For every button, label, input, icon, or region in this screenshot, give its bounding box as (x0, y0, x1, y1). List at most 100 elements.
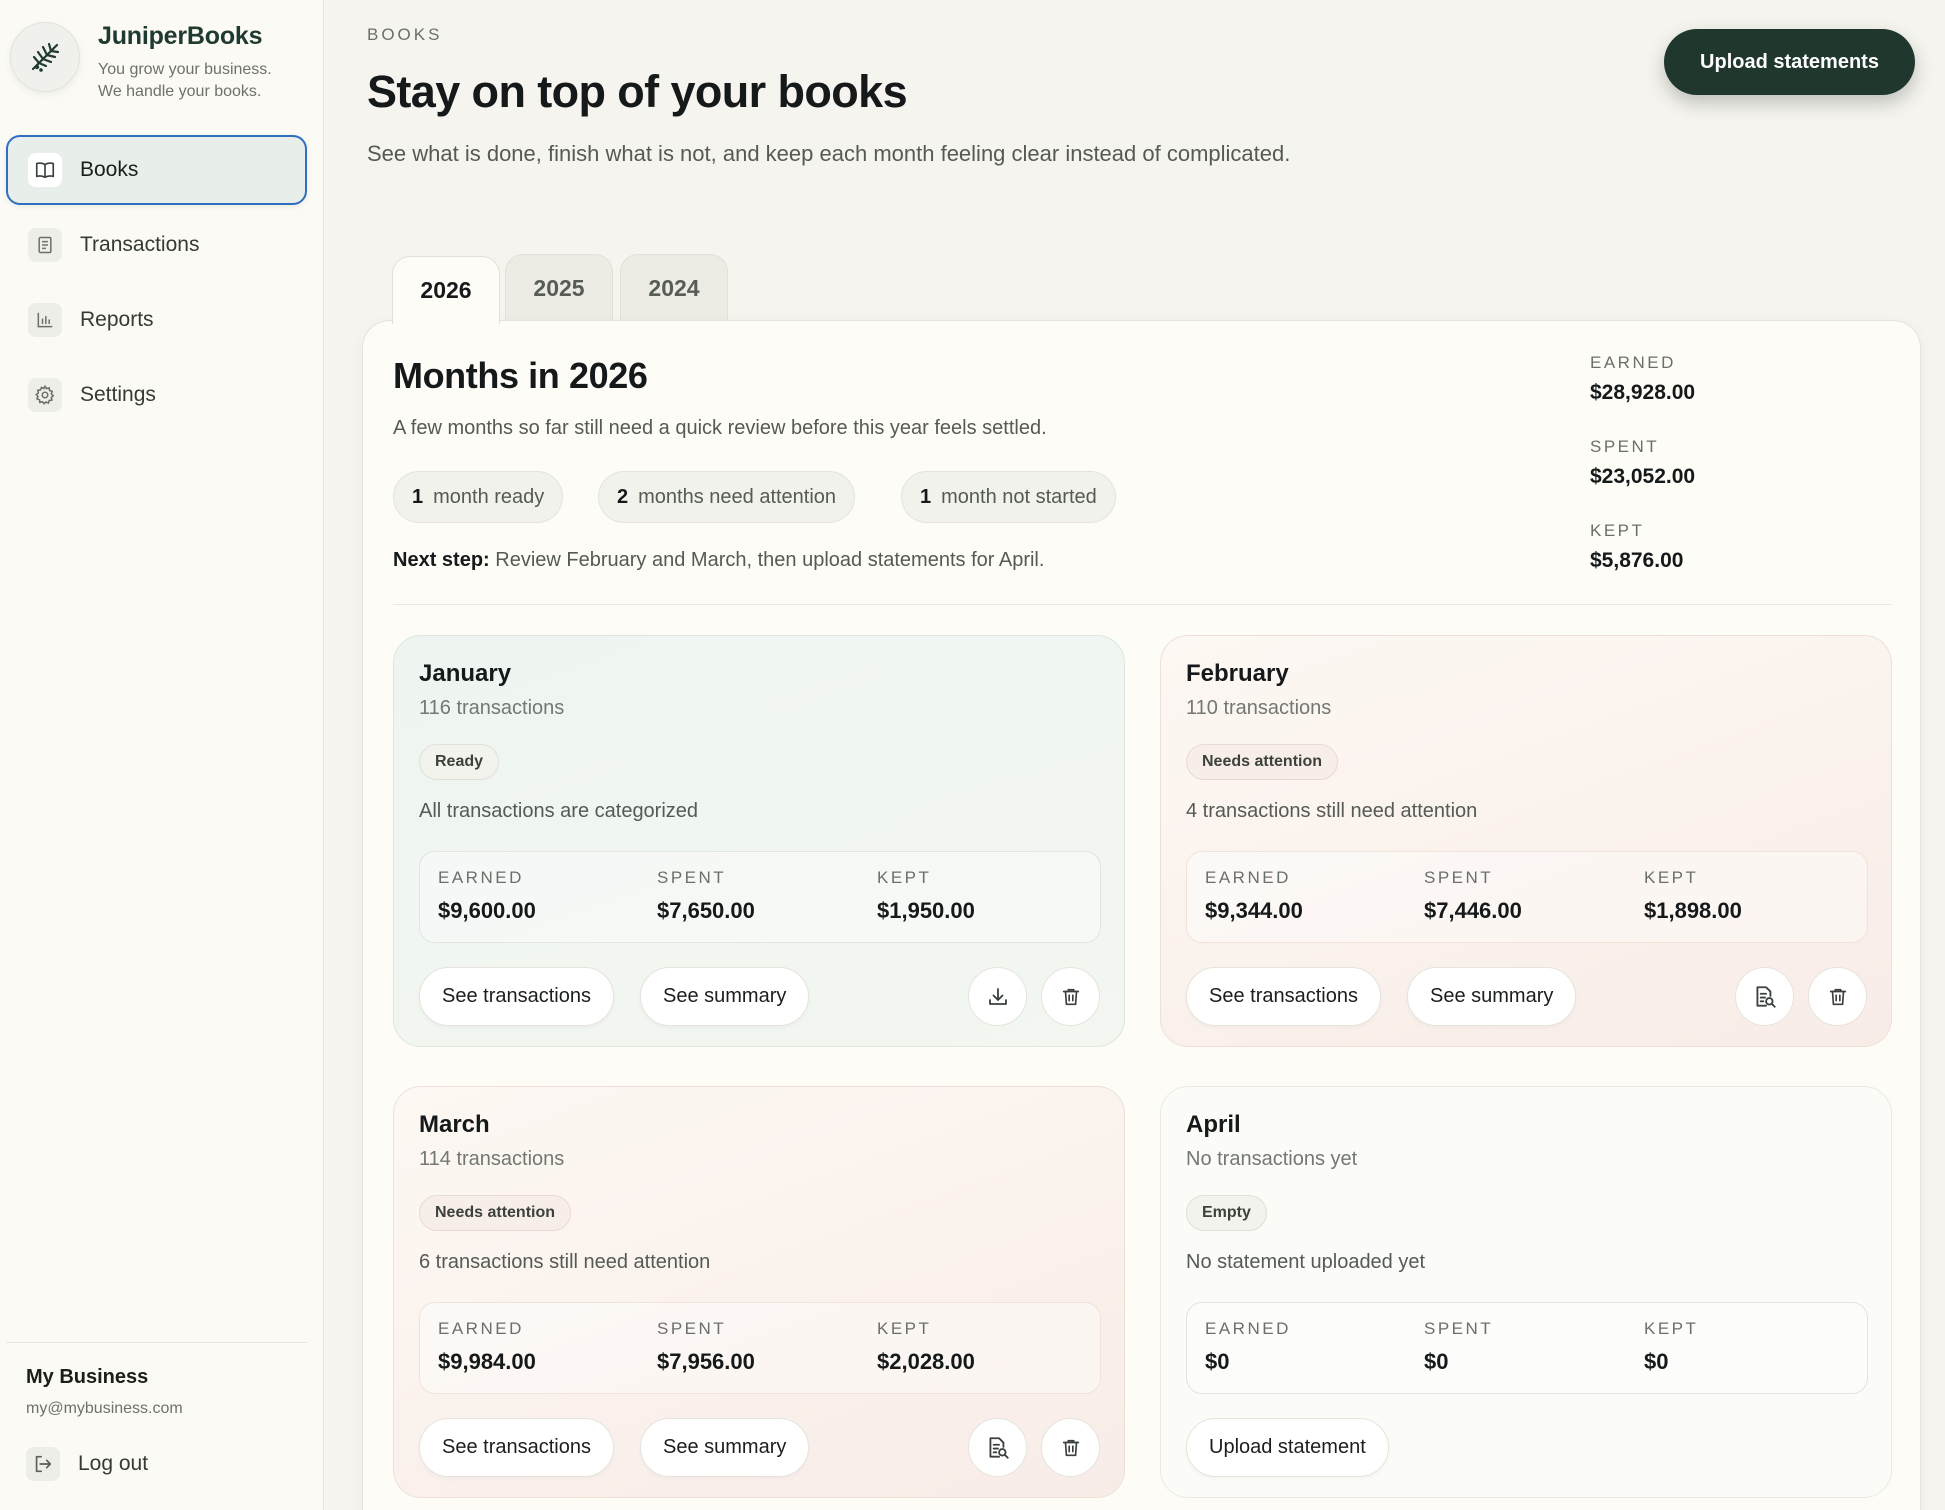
kept-label: KEPT (1644, 868, 1699, 887)
sidebar-item-reports[interactable]: Reports (6, 285, 307, 355)
month-card-february: February 110 transactions Needs attentio… (1160, 635, 1892, 1047)
sidebar: JuniperBooks You grow your business. We … (0, 0, 324, 1510)
kept-value: $1,950.00 (877, 898, 975, 923)
status-badge: Needs attention (1186, 744, 1339, 780)
month-status: 4 transactions still need attention (1186, 800, 1478, 822)
brand-name: JuniperBooks (98, 22, 263, 50)
see-transactions-button[interactable]: See transactions (419, 967, 614, 1026)
business-email: my@mybusiness.com (26, 1400, 183, 1417)
see-transactions-button[interactable]: See transactions (1186, 967, 1381, 1026)
business-name: My Business (26, 1366, 149, 1388)
juniper-logo-icon (10, 22, 80, 92)
book-icon (28, 153, 62, 187)
spent-label: SPENT (657, 1319, 727, 1338)
trash-icon (1829, 988, 1846, 1005)
spent-value: $7,650.00 (657, 898, 755, 923)
sidebar-nav: Books Transactions Reports Settings (6, 135, 307, 435)
see-summary-button[interactable]: See summary (640, 967, 810, 1026)
month-name: March (419, 1111, 490, 1138)
tab-2025[interactable]: 2025 (505, 254, 613, 321)
review-document-button[interactable] (968, 1418, 1027, 1477)
sidebar-item-label: Settings (80, 383, 156, 406)
earned-value: $9,344.00 (1205, 898, 1303, 923)
sidebar-item-settings[interactable]: Settings (6, 360, 307, 430)
month-card-april: April No transactions yet Empty No state… (1160, 1086, 1892, 1498)
transaction-count: 116 transactions (419, 697, 565, 719)
earned-label: EARNED (438, 1319, 524, 1338)
month-stats: EARNED $9,600.00 SPENT $7,650.00 KEPT $1,95… (419, 851, 1101, 943)
status-badge: Ready (419, 744, 500, 780)
spent-label: SPENT (657, 868, 727, 887)
year-panel: Months in 2026 A few months so far still… (362, 320, 1921, 1510)
document-search-icon (1755, 985, 1776, 1008)
total-earned-label: EARNED (1590, 353, 1676, 372)
earned-label: EARNED (438, 868, 524, 887)
earned-value: $9,600.00 (438, 898, 536, 923)
transaction-count: 114 transactions (419, 1148, 565, 1170)
spent-value: $7,956.00 (657, 1349, 755, 1374)
kept-value: $0 (1644, 1349, 1669, 1374)
trash-icon (1062, 1439, 1079, 1456)
year-totals: EARNED $28,928.00 SPENT $23,052.00 KEPT … (1590, 353, 1695, 605)
delete-button[interactable] (1808, 967, 1867, 1026)
month-stats: EARNED $9,344.00 SPENT $7,446.00 KEPT $1,89… (1186, 851, 1868, 943)
upload-statement-button[interactable]: Upload statement (1186, 1418, 1389, 1477)
total-kept-label: KEPT (1590, 521, 1645, 540)
tab-2024[interactable]: 2024 (620, 254, 728, 321)
kept-label: KEPT (1644, 1319, 1699, 1338)
month-name: April (1186, 1111, 1241, 1138)
trash-icon (1062, 988, 1079, 1005)
spent-value: $7,446.00 (1424, 898, 1522, 923)
page-subtitle: See what is done, finish what is not, an… (367, 141, 1291, 166)
next-step: Next step: Review February and March, th… (393, 549, 1045, 571)
delete-button[interactable] (1041, 967, 1100, 1026)
kept-label: KEPT (877, 1319, 932, 1338)
see-summary-button[interactable]: See summary (640, 1418, 810, 1477)
page-title: Stay on top of your books (367, 66, 908, 117)
kept-value: $1,898.00 (1644, 898, 1742, 923)
kept-value: $2,028.00 (877, 1349, 975, 1374)
month-stats: EARNED $9,984.00 SPENT $7,956.00 KEPT $2,02… (419, 1302, 1101, 1394)
total-spent-label: SPENT (1590, 437, 1660, 456)
receipt-icon (28, 228, 62, 262)
divider (393, 604, 1892, 605)
page-eyebrow: BOOKS (367, 25, 443, 44)
document-search-icon (988, 1436, 1009, 1459)
see-summary-button[interactable]: See summary (1407, 967, 1577, 1026)
status-pill-not-started: 1 month not started (901, 471, 1116, 523)
earned-label: EARNED (1205, 1319, 1291, 1338)
brand-tagline: You grow your business. We handle your b… (98, 61, 272, 100)
logout-button[interactable]: Log out (26, 1447, 148, 1481)
status-pill-attention: 2 months need attention (598, 471, 856, 523)
month-name: January (419, 660, 512, 687)
month-status: No statement uploaded yet (1186, 1251, 1426, 1273)
brand: JuniperBooks You grow your business. We … (10, 22, 272, 103)
review-document-button[interactable] (1735, 967, 1794, 1026)
delete-button[interactable] (1041, 1418, 1100, 1477)
earned-value: $9,984.00 (438, 1349, 536, 1374)
upload-statements-button[interactable]: Upload statements (1664, 29, 1915, 95)
month-card-march: March 114 transactions Needs attention 6… (393, 1086, 1125, 1498)
total-kept-value: $5,876.00 (1590, 549, 1684, 572)
logout-icon (26, 1447, 60, 1481)
gear-icon (28, 378, 62, 412)
download-icon (988, 987, 1007, 1005)
see-transactions-button[interactable]: See transactions (419, 1418, 614, 1477)
sidebar-item-label: Transactions (80, 233, 200, 256)
month-stats: EARNED $0 SPENT $0 KEPT $0 (1186, 1302, 1868, 1394)
month-status: All transactions are categorized (419, 800, 699, 822)
earned-label: EARNED (1205, 868, 1291, 887)
status-pill-ready: 1 month ready (393, 471, 564, 523)
status-badge: Needs attention (419, 1195, 572, 1231)
total-spent-value: $23,052.00 (1590, 465, 1696, 488)
spent-value: $0 (1424, 1349, 1449, 1374)
sidebar-item-label: Books (80, 158, 139, 181)
tab-2026[interactable]: 2026 (392, 256, 500, 324)
status-badge: Empty (1186, 1195, 1267, 1231)
sidebar-item-books[interactable]: Books (6, 135, 307, 205)
spent-label: SPENT (1424, 868, 1494, 887)
account-section: My Business my@mybusiness.com Log out (6, 1342, 307, 1481)
download-button[interactable] (968, 967, 1027, 1026)
total-earned-value: $28,928.00 (1590, 381, 1696, 404)
sidebar-item-transactions[interactable]: Transactions (6, 210, 307, 280)
